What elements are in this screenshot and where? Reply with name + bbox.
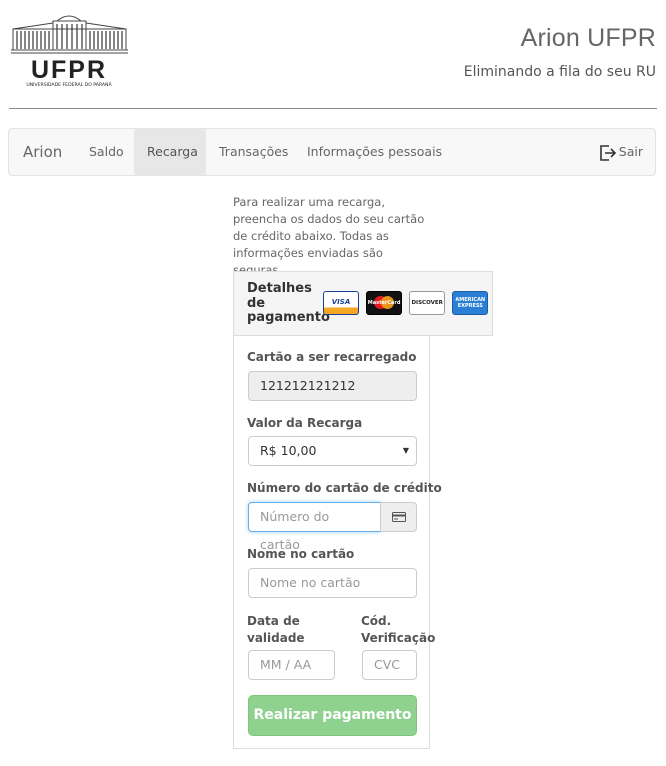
logo-wordmark: UFPR — [31, 56, 107, 84]
chevron-down-icon: ▼ — [402, 446, 409, 455]
cvc-placeholder: CVC — [374, 657, 401, 672]
submit-payment-button[interactable]: Realizar pagamento — [248, 695, 417, 736]
card-number-label: Número do cartão de crédito — [247, 481, 442, 495]
card-name-placeholder: Nome no cartão — [260, 575, 361, 590]
card-brands: VISA MasterCard DISCOVER AMERICAN EXPRES… — [323, 291, 490, 315]
nav-brand[interactable]: Arion — [23, 143, 62, 161]
panel-title: Detalhes de pagamento — [247, 281, 330, 325]
amount-label: Valor da Recarga — [247, 416, 363, 430]
expiry-input[interactable]: MM / AA — [248, 650, 335, 680]
site-subtitle: Eliminando a fila do seu RU — [463, 64, 656, 80]
nav-item-saldo[interactable]: Saldo — [76, 129, 137, 175]
navbar: Arion Saldo Recarga Transações Informaçõ… — [8, 128, 656, 176]
expiry-label: Data de validade — [247, 614, 305, 645]
logout-button[interactable]: Sair — [599, 129, 643, 175]
credit-card-icon — [392, 512, 406, 522]
logo-subtext: UNIVERSIDADE FEDERAL DO PARANÁ — [26, 81, 112, 88]
nav-item-informacoes-pessoais[interactable]: Informações pessoais — [294, 129, 455, 175]
card-name-input[interactable]: Nome no cartão — [248, 568, 417, 598]
amex-card-icon: AMERICAN EXPRESS — [452, 291, 489, 315]
logout-label: Sair — [618, 144, 643, 159]
nav-item-recarga[interactable]: Recarga — [134, 129, 206, 175]
card-number-readonly: 121212121212 — [248, 371, 417, 401]
nav-item-transacoes[interactable]: Transações — [206, 129, 301, 175]
intro-text: Para realizar uma recarga, preencha os d… — [233, 195, 425, 277]
card-number-input[interactable]: Número do cartão — [248, 502, 381, 552]
amount-select[interactable]: R$ 10,00 ▼ — [248, 436, 417, 466]
header-divider — [9, 108, 657, 109]
expiry-placeholder: MM / AA — [260, 657, 312, 672]
site-title: Arion UFPR — [520, 24, 656, 52]
card-label: Cartão a ser recarregado — [247, 350, 417, 364]
card-name-label: Nome no cartão — [247, 547, 355, 561]
mastercard-icon: MasterCard — [366, 291, 403, 315]
cvc-label: Cód. Verificação — [361, 614, 436, 645]
sign-out-icon — [599, 144, 616, 161]
ufpr-logo: UFPR UNIVERSIDADE FEDERAL DO PARANÁ — [11, 15, 128, 88]
credit-card-addon — [380, 502, 417, 532]
discover-card-icon: DISCOVER — [409, 291, 446, 315]
cvc-input[interactable]: CVC — [362, 650, 417, 680]
amount-value: R$ 10,00 — [260, 443, 317, 458]
visa-card-icon: VISA — [323, 291, 359, 315]
payment-panel-header: Detalhes de pagamento VISA MasterCard DI… — [233, 271, 493, 336]
